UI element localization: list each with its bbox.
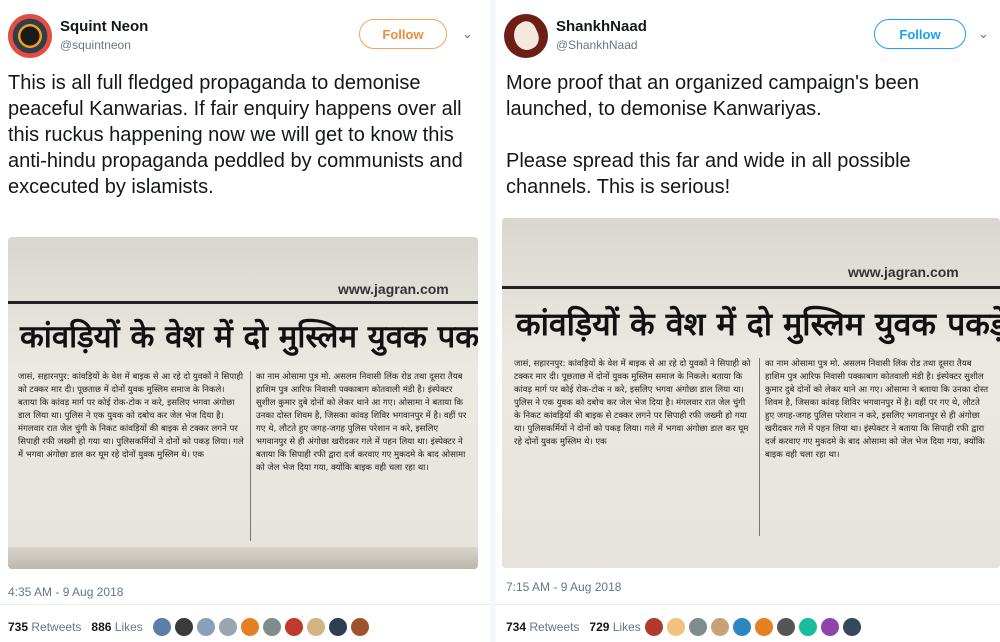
likes-count: 886: [91, 620, 112, 634]
newspaper-column-1: जासं, सहारनपुर: कांवड़ियों के वेश में बा…: [514, 359, 751, 447]
newspaper-headline: कांवड़ियों के वेश में दो मुस्लिम युवक पक…: [20, 319, 478, 355]
tweet-photo[interactable]: www.jagran.com कांवड़ियों के वेश में दो …: [8, 237, 478, 569]
liker-avatar[interactable]: [798, 617, 818, 637]
divider: [250, 371, 251, 541]
avatar[interactable]: [504, 14, 548, 58]
liker-avatars: [152, 617, 370, 637]
tweet-card-squintneon: Squint Neon @squintneon Follow ⌄ This is…: [0, 0, 490, 642]
retweets-label: Retweets: [31, 620, 82, 634]
liker-avatar[interactable]: [666, 617, 686, 637]
tweet-card-shankhnaad: ShankhNaad @ShankhNaad Follow ⌄ More pro…: [490, 0, 1000, 642]
tweet-timestamp[interactable]: 4:35 AM - 9 Aug 2018: [8, 585, 123, 599]
tweet-stats-bar: 734 Retweets 729 Likes: [496, 604, 1000, 642]
follow-button[interactable]: Follow: [874, 19, 966, 49]
liker-avatar[interactable]: [842, 617, 862, 637]
divider: [8, 301, 478, 304]
liker-avatar[interactable]: [350, 617, 370, 637]
likes-label: Likes: [612, 620, 641, 634]
liker-avatar[interactable]: [732, 617, 752, 637]
liker-avatar[interactable]: [328, 617, 348, 637]
liker-avatar[interactable]: [196, 617, 216, 637]
liker-avatar[interactable]: [284, 617, 304, 637]
liker-avatar[interactable]: [820, 617, 840, 637]
liker-avatar[interactable]: [710, 617, 730, 637]
newspaper-column-1: जासं, सहारनपुर: कांवड़ियों के वेश में बा…: [18, 372, 244, 460]
liker-avatar[interactable]: [262, 617, 282, 637]
liker-avatar[interactable]: [240, 617, 260, 637]
liker-avatar[interactable]: [644, 617, 664, 637]
avatar[interactable]: [8, 14, 52, 58]
likes-stat[interactable]: 886 Likes: [91, 620, 142, 634]
user-handle[interactable]: @squintneon: [60, 38, 131, 52]
newspaper-headline: कांवड़ियों के वेश में दो मुस्लिम युवक पक…: [516, 305, 1000, 343]
newspaper-column-2: का नाम ओसामा पुत्र मो. असलम निवासी लिंक …: [765, 359, 989, 460]
tweet-text: More proof that an organized campaign's …: [506, 72, 919, 198]
newspaper-footer: [8, 547, 478, 569]
display-name[interactable]: Squint Neon: [60, 18, 148, 35]
engagement-stats: 734 Retweets 729 Likes: [506, 620, 641, 634]
retweets-count: 734: [506, 620, 527, 634]
chevron-down-icon[interactable]: ⌄: [978, 26, 989, 42]
liker-avatar[interactable]: [754, 617, 774, 637]
likes-label: Likes: [114, 620, 143, 634]
liker-avatar[interactable]: [688, 617, 708, 637]
retweets-count: 735: [8, 620, 29, 634]
liker-avatar[interactable]: [776, 617, 796, 637]
tweet-stats-bar: 735 Retweets 886 Likes: [0, 604, 490, 642]
newspaper-url: www.jagran.com: [338, 281, 449, 297]
liker-avatar[interactable]: [306, 617, 326, 637]
tweet-text: This is all full fledged propaganda to d…: [8, 72, 469, 198]
conch-icon: [509, 18, 543, 54]
divider: [759, 358, 760, 536]
likes-stat[interactable]: 729 Likes: [589, 620, 640, 634]
liker-avatar[interactable]: [218, 617, 238, 637]
liker-avatars: [644, 617, 862, 637]
tweet-photo[interactable]: www.jagran.com कांवड़ियों के वेश में दो …: [502, 218, 1000, 568]
follow-button[interactable]: Follow: [359, 19, 447, 49]
chevron-down-icon[interactable]: ⌄: [462, 26, 473, 42]
divider: [502, 286, 1000, 289]
newspaper-url: www.jagran.com: [848, 264, 959, 280]
tweet-timestamp[interactable]: 7:15 AM - 9 Aug 2018: [506, 580, 621, 594]
retweets-label: Retweets: [529, 620, 580, 634]
engagement-stats: 735 Retweets 886 Likes: [8, 620, 143, 634]
user-handle[interactable]: @ShankhNaad: [556, 38, 638, 52]
display-name[interactable]: ShankhNaad: [556, 18, 647, 35]
liker-avatar[interactable]: [152, 617, 172, 637]
retweets-stat[interactable]: 734 Retweets: [506, 620, 579, 634]
likes-count: 729: [589, 620, 610, 634]
retweets-stat[interactable]: 735 Retweets: [8, 620, 81, 634]
liker-avatar[interactable]: [174, 617, 194, 637]
newspaper-column-2: का नाम ओसामा पुत्र मो. असलम निवासी लिंक …: [256, 372, 467, 473]
